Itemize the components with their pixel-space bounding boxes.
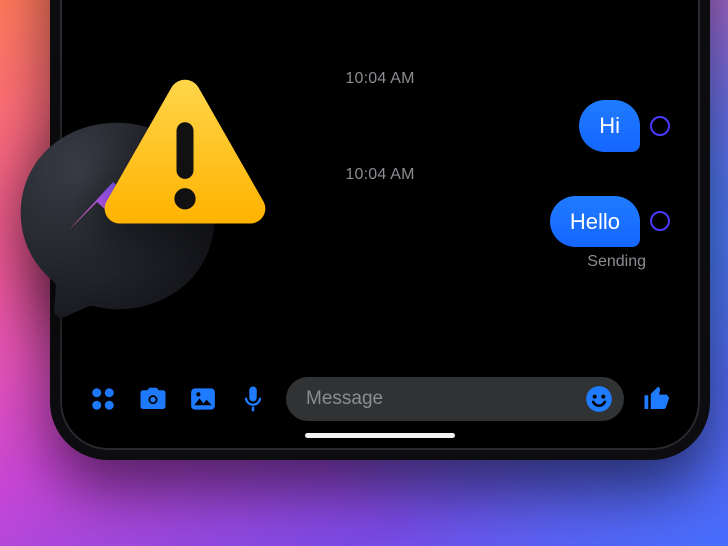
emoji-icon[interactable] [584, 384, 614, 414]
delivery-receipt-icon [650, 211, 670, 231]
photo-icon[interactable] [186, 382, 220, 416]
sending-status: Sending [84, 253, 676, 271]
chat-thread: 10:04 AM Hi 10:04 AM Hello Sending [66, 56, 694, 362]
camera-icon[interactable] [136, 382, 170, 416]
outgoing-message-bubble[interactable]: Hello [550, 196, 640, 248]
timestamp: 10:04 AM [84, 70, 676, 88]
composer-bar [66, 370, 694, 428]
apps-grid-icon[interactable] [86, 382, 120, 416]
message-input-pill[interactable] [286, 377, 624, 421]
outgoing-message-bubble[interactable]: Hi [579, 100, 640, 152]
thumbs-up-icon[interactable] [640, 382, 674, 416]
home-indicator[interactable] [305, 433, 455, 438]
message-input[interactable] [304, 387, 574, 411]
phone-screen: 10:04 AM Hi 10:04 AM Hello Sending [66, 0, 694, 444]
phone-frame: 10:04 AM Hi 10:04 AM Hello Sending [50, 0, 710, 460]
mic-icon[interactable] [236, 382, 270, 416]
message-row: Hi [84, 100, 676, 152]
message-row: Hello [84, 196, 676, 248]
timestamp: 10:04 AM [84, 166, 676, 184]
delivery-receipt-icon [650, 116, 670, 136]
